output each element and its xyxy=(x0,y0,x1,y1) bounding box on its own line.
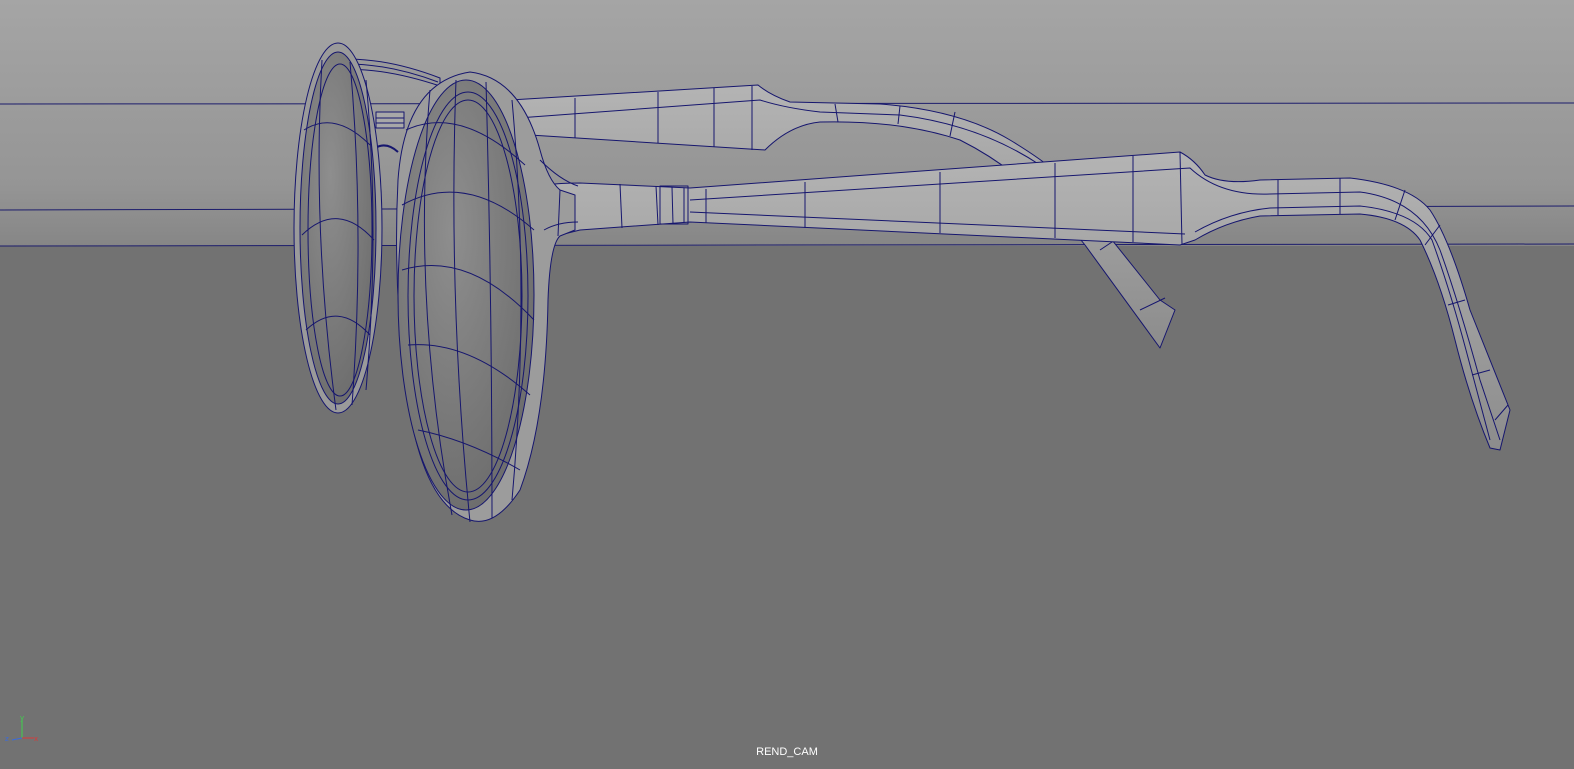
3d-viewport[interactable]: y x z REND_CAM xyxy=(0,0,1574,764)
z-axis-label: z xyxy=(5,735,9,743)
viewport-scene[interactable] xyxy=(0,0,1574,764)
far-lens[interactable] xyxy=(293,42,383,414)
y-axis-label: y xyxy=(20,714,24,722)
floor-background xyxy=(0,246,1574,764)
x-axis-label: x xyxy=(34,735,38,743)
camera-name-label: REND_CAM xyxy=(756,746,818,758)
axis-gizmo: y x z xyxy=(4,714,40,746)
z-axis-line xyxy=(11,737,23,741)
